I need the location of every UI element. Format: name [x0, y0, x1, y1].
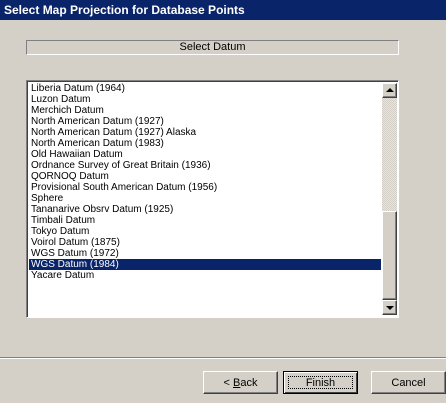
- back-rest: ack: [240, 376, 258, 389]
- list-item[interactable]: North American Datum (1927) Alaska: [29, 127, 381, 138]
- list-item[interactable]: Merchich Datum: [29, 105, 381, 116]
- list-item[interactable]: Voirol Datum (1875): [29, 237, 381, 248]
- datum-listbox[interactable]: Liberia Datum (1964) Luzon Datum Merchich …: [26, 80, 399, 318]
- list-item[interactable]: Yacare Datum: [29, 270, 381, 281]
- list-item[interactable]: Ordnance Survey of Great Britain (1936): [29, 160, 381, 171]
- vertical-scrollbar[interactable]: [382, 83, 397, 315]
- list-item[interactable]: Old Hawaiian Datum: [29, 149, 381, 160]
- list-item[interactable]: WGS Datum (1984): [29, 259, 381, 270]
- list-item[interactable]: Provisional South American Datum (1956): [29, 182, 381, 193]
- title-bar: Select Map Projection for Database Point…: [0, 0, 446, 20]
- list-item[interactable]: Liberia Datum (1964): [29, 83, 381, 94]
- finish-button[interactable]: Finish: [283, 371, 358, 394]
- separator-line: [0, 357, 446, 359]
- list-item[interactable]: Tananarive Obsrv Datum (1925): [29, 204, 381, 215]
- list-item[interactable]: WGS Datum (1972): [29, 248, 381, 259]
- window-title: Select Map Projection for Database Point…: [4, 3, 245, 17]
- list-item[interactable]: Tokyo Datum: [29, 226, 381, 237]
- scroll-thumb[interactable]: [382, 211, 397, 300]
- scroll-up-button[interactable]: [382, 83, 397, 98]
- scroll-up-arrow-icon: [386, 88, 394, 92]
- cancel-label: Cancel: [391, 376, 426, 389]
- list-item[interactable]: North American Datum (1983): [29, 138, 381, 149]
- list-item[interactable]: North American Datum (1927): [29, 116, 381, 127]
- list-item[interactable]: Timbali Datum: [29, 215, 381, 226]
- back-button[interactable]: < Back: [203, 371, 278, 394]
- cancel-button[interactable]: Cancel: [371, 371, 446, 394]
- datum-list-items: Liberia Datum (1964) Luzon Datum Merchich …: [29, 83, 381, 315]
- focus-rectangle: [288, 376, 353, 389]
- scroll-down-arrow-icon: [386, 306, 394, 310]
- list-item[interactable]: Sphere: [29, 193, 381, 204]
- list-item[interactable]: Luzon Datum: [29, 94, 381, 105]
- scroll-down-button[interactable]: [382, 300, 397, 315]
- select-datum-header: Select Datum: [26, 40, 399, 55]
- list-item[interactable]: QORNOQ Datum: [29, 171, 381, 182]
- back-prefix: <: [223, 376, 233, 389]
- select-datum-header-text: Select Datum: [179, 41, 246, 53]
